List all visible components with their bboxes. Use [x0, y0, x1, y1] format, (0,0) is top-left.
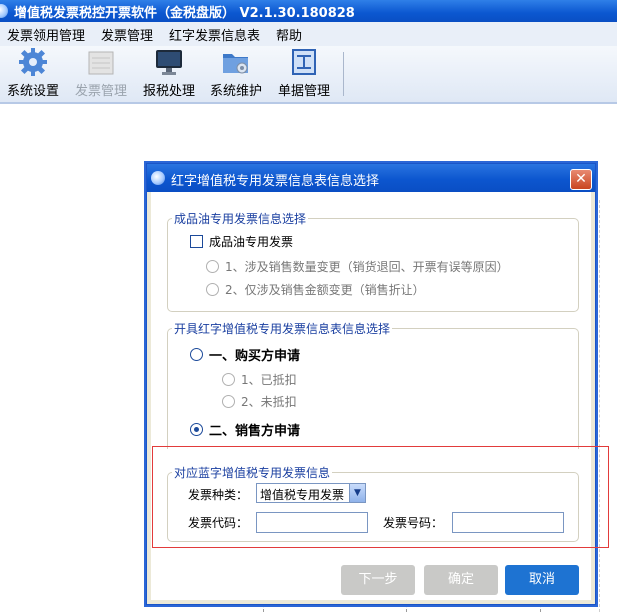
radio-button[interactable] [190, 348, 203, 361]
toolbar-label: 系统维护 [209, 84, 262, 99]
apply-type-group: 开具红字增值税专用发票信息表信息选择 一、购买方申请 1、已抵扣 2、未抵扣 二… [167, 320, 579, 449]
buyer-not-deducted-label: 2、未抵扣 [241, 395, 297, 409]
menu-red-invoice-info[interactable]: 红字发票信息表 [162, 25, 269, 44]
ok-button[interactable]: 确定 [424, 565, 498, 595]
toolbar-system-settings[interactable]: 系统设置 [4, 48, 62, 99]
cancel-button[interactable]: 取消 [505, 565, 579, 595]
radio-button[interactable] [222, 395, 235, 408]
dialog-app-icon [151, 171, 165, 185]
buyer-not-deducted-radio[interactable]: 2、未抵扣 [222, 393, 297, 410]
toolbar-invoice-manage[interactable]: 发票管理 [72, 48, 130, 99]
radio-button[interactable] [190, 423, 203, 436]
background-guide [599, 200, 600, 612]
radio-button[interactable] [222, 373, 235, 386]
next-button[interactable]: 下一步 [341, 565, 415, 595]
buyer-apply-label: 一、购买方申请 [209, 349, 301, 364]
close-icon[interactable]: ✕ [570, 169, 592, 190]
highlight-box [152, 446, 609, 548]
oil-option-quantity[interactable]: 1、涉及销售数量变更（销货退回、开票有误等原因） [206, 258, 509, 275]
app-title: 增值税发票税控开票软件（金税盘版） V2.1.30.180828 [14, 5, 355, 21]
radio-button[interactable] [206, 283, 219, 296]
app-title-bar: 增值税发票税控开票软件（金税盘版） V2.1.30.180828 [0, 0, 617, 22]
toolbar-label: 单据管理 [277, 84, 330, 99]
gear-icon [19, 48, 47, 76]
buyer-deducted-radio[interactable]: 1、已抵扣 [222, 371, 297, 388]
oil-group-legend: 成品油专用发票信息选择 [172, 210, 309, 227]
dialog-title: 红字增值税专用发票信息表信息选择 [171, 174, 380, 189]
toolbar-label: 报税处理 [142, 84, 195, 99]
toolbar-label: 系统设置 [6, 84, 59, 99]
toolbar-separator [343, 52, 344, 96]
menu-help[interactable]: 帮助 [269, 25, 311, 44]
toolbar-document-manage[interactable]: 单据管理 [275, 48, 333, 99]
seller-apply-label: 二、销售方申请 [209, 424, 301, 439]
menu-invoice-receive[interactable]: 发票领用管理 [0, 25, 94, 44]
document-icon [292, 49, 316, 75]
oil-option-quantity-label: 1、涉及销售数量变更（销货退回、开票有误等原因） [225, 260, 509, 274]
oil-option-amount[interactable]: 2、仅涉及销售金额变更（销售折让） [206, 281, 425, 298]
oil-option-amount-label: 2、仅涉及销售金额变更（销售折让） [225, 283, 425, 297]
oil-invoice-checkbox[interactable]: 成品油专用发票 [190, 233, 293, 250]
oil-invoice-group: 成品油专用发票信息选择 成品油专用发票 1、涉及销售数量变更（销货退回、开票有误… [167, 210, 579, 312]
toolbar-system-maintenance[interactable]: 系统维护 [207, 48, 265, 99]
menu-invoice-manage[interactable]: 发票管理 [94, 25, 162, 44]
buyer-deducted-label: 1、已抵扣 [241, 373, 297, 387]
invoice-icon [88, 51, 114, 75]
oil-checkbox-label: 成品油专用发票 [209, 235, 294, 249]
app-logo-icon [0, 4, 8, 18]
toolbar-label: 发票管理 [74, 84, 127, 99]
dialog-title-bar: 红字增值税专用发票信息表信息选择 ✕ [147, 164, 595, 192]
menu-bar: 发票领用管理 发票管理 红字发票信息表 帮助 [0, 22, 617, 46]
monitor-icon [156, 50, 182, 75]
checkbox-box[interactable] [190, 235, 203, 248]
buyer-apply-radio[interactable]: 一、购买方申请 [190, 345, 300, 364]
folder-gear-icon [223, 54, 248, 74]
toolbar: 系统设置 发票管理 报税处理 系统维护 单据管理 [0, 46, 617, 104]
seller-apply-radio[interactable]: 二、销售方申请 [190, 420, 300, 439]
toolbar-tax-report[interactable]: 报税处理 [140, 48, 198, 99]
radio-button[interactable] [206, 260, 219, 273]
apply-group-legend: 开具红字增值税专用发票信息表信息选择 [172, 320, 393, 337]
